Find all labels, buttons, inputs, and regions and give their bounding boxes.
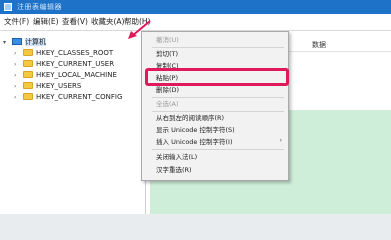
expand-chevron-icon[interactable]: › xyxy=(14,81,23,92)
menu-favorites[interactable]: 收藏夹(A) xyxy=(91,16,124,27)
menu-separator xyxy=(152,47,284,48)
title-bar: 注册表编辑器 xyxy=(0,0,391,14)
expand-chevron-icon[interactable]: › xyxy=(14,70,23,81)
tree-item[interactable]: › HKEY_CURRENT_CONFIG xyxy=(14,92,122,103)
submenu-arrow-icon: › xyxy=(279,137,282,144)
menu-item-close-ime[interactable]: 关闭输入法(L) xyxy=(156,152,197,162)
computer-icon xyxy=(12,38,22,45)
tree-item-label: HKEY_CURRENT_USER xyxy=(36,60,115,68)
window-title: 注册表编辑器 xyxy=(17,3,62,11)
tree-item[interactable]: › HKEY_LOCAL_MACHINE xyxy=(14,70,117,81)
expand-chevron-icon[interactable]: › xyxy=(14,48,23,59)
menu-file[interactable]: 文件(F) xyxy=(4,16,29,27)
menu-item-undo[interactable]: 撤消(U) xyxy=(156,35,179,45)
menu-item-show-unicode[interactable]: 显示 Unicode 控制字符(S) xyxy=(156,125,235,135)
expand-chevron-icon[interactable]: › xyxy=(14,92,23,103)
menu-edit[interactable]: 编辑(E) xyxy=(33,16,59,27)
tree-item-label: HKEY_LOCAL_MACHINE xyxy=(36,71,117,79)
folder-icon xyxy=(23,60,33,67)
menu-item-delete[interactable]: 删除(D) xyxy=(156,85,179,95)
menu-separator xyxy=(152,111,284,112)
folder-icon xyxy=(23,82,33,89)
tree-item-label: HKEY_CURRENT_CONFIG xyxy=(36,93,123,101)
context-menu: 撤消(U) 剪切(T) 复制(C) 粘贴(P) 删除(D) 全选(A) 从右到左… xyxy=(141,31,289,181)
expand-chevron-icon[interactable]: › xyxy=(14,59,23,70)
tree-item[interactable]: › HKEY_USERS xyxy=(14,81,81,92)
menu-item-rtl-order[interactable]: 从右到左的阅读顺序(R) xyxy=(156,113,224,123)
menu-separator xyxy=(152,149,284,150)
tree-item-label: HKEY_USERS xyxy=(36,82,82,90)
tree-root[interactable]: ▾ 计算机 xyxy=(3,37,46,48)
menu-view[interactable]: 查看(V) xyxy=(62,16,88,27)
menu-item-reconvert[interactable]: 汉字重选(R) xyxy=(156,165,192,175)
paste-highlight-box xyxy=(145,68,289,86)
folder-icon xyxy=(23,49,33,56)
menu-item-insert-unicode[interactable]: 插入 Unicode 控制字符(I) xyxy=(156,137,232,147)
registry-tree: ▾ 计算机 › HKEY_CLASSES_ROOT › HKEY_CURRENT_US… xyxy=(0,31,146,214)
column-data[interactable]: 数据 xyxy=(312,40,326,50)
tree-item[interactable]: › HKEY_CLASSES_ROOT xyxy=(14,48,113,59)
folder-icon xyxy=(23,93,33,100)
collapse-chevron-icon[interactable]: ▾ xyxy=(3,37,12,48)
registry-app-icon xyxy=(4,3,12,11)
menu-item-select-all[interactable]: 全选(A) xyxy=(156,99,179,109)
menu-separator xyxy=(152,97,284,98)
tree-root-label: 计算机 xyxy=(25,38,46,46)
tree-item[interactable]: › HKEY_CURRENT_USER xyxy=(14,59,114,70)
tree-item-label: HKEY_CLASSES_ROOT xyxy=(36,49,114,57)
folder-icon xyxy=(23,71,33,78)
menu-item-cut[interactable]: 剪切(T) xyxy=(156,49,178,59)
menu-bar: 文件(F) 编辑(E) 查看(V) 收藏夹(A) 帮助(H) xyxy=(0,14,391,31)
